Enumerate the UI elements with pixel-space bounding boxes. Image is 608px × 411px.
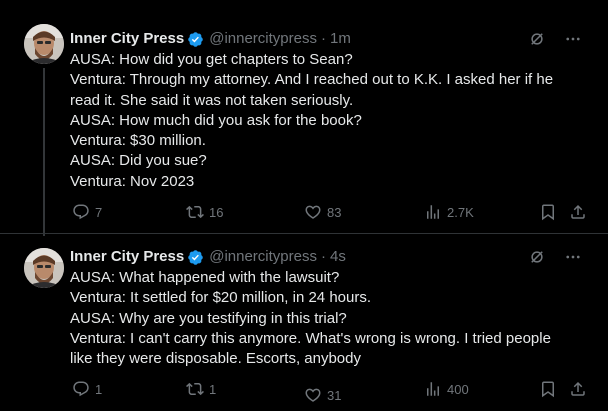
- like-button[interactable]: 83: [304, 202, 341, 222]
- reply-count: 7: [95, 204, 103, 220]
- more-icon[interactable]: [564, 30, 582, 48]
- avatar[interactable]: [24, 248, 64, 288]
- like-icon: [304, 203, 322, 221]
- repost-count: 16: [209, 204, 224, 220]
- repost-icon: [186, 203, 204, 221]
- repost-button[interactable]: 1: [186, 379, 216, 399]
- grok-icon[interactable]: [528, 30, 546, 48]
- tweet-actions: 7 16 83 2.7K: [0, 202, 608, 222]
- reply-button[interactable]: 1: [72, 379, 102, 399]
- tweet-line: Ventura: I can't carry this anymore. Wha…: [70, 329, 551, 347]
- repost-count: 1: [209, 381, 217, 397]
- tweet-line: AUSA: Why are you testifying in this tri…: [70, 309, 347, 327]
- separator-dot: ·: [320, 248, 326, 265]
- tweet-actions: 1 1 31 400: [0, 379, 608, 403]
- tweet-text: AUSA: How did you get chapters to Sean? …: [70, 50, 590, 192]
- tweet-line: AUSA: What happened with the lawsuit?: [70, 269, 340, 286]
- tweet-text: AUSA: What happened with the lawsuit? Ve…: [70, 268, 590, 369]
- view-count: 2.7K: [447, 204, 474, 220]
- tweet-line: Ventura: Through my attorney. And I reac…: [70, 71, 554, 89]
- views-icon: [424, 380, 442, 398]
- share-button[interactable]: [569, 202, 587, 222]
- like-count: 31: [327, 387, 342, 403]
- repost-icon: [186, 380, 204, 398]
- share-icon: [569, 203, 587, 221]
- like-button[interactable]: 31: [304, 385, 341, 405]
- bookmark-icon: [539, 203, 557, 221]
- tweet-header: Inner City Press @innercitypress · 4s: [70, 247, 346, 267]
- views-button[interactable]: 2.7K: [424, 202, 474, 222]
- view-count: 400: [447, 381, 469, 397]
- tweet-line: read it. She said it was not taken serio…: [70, 91, 354, 109]
- tweet-header: Inner City Press @innercitypress · 1m: [70, 29, 351, 49]
- bookmark-icon: [539, 380, 557, 398]
- tweet-top-actions: [528, 248, 582, 266]
- author-handle[interactable]: @innercitypress: [209, 247, 317, 267]
- like-icon: [304, 386, 322, 404]
- timestamp[interactable]: 4s: [330, 247, 346, 267]
- reply-icon: [72, 380, 90, 398]
- separator-dot: ·: [320, 30, 326, 47]
- verified-badge-icon: [187, 31, 204, 48]
- repost-button[interactable]: 16: [186, 202, 223, 222]
- grok-icon[interactable]: [528, 248, 546, 266]
- tweet-line: AUSA: Did you sue?: [70, 152, 207, 170]
- share-icon: [569, 380, 587, 398]
- tweet[interactable]: Inner City Press @innercitypress · 1m AU…: [0, 0, 608, 236]
- avatar-image: [24, 24, 64, 64]
- avatar-image: [24, 248, 64, 288]
- author-name[interactable]: Inner City Press: [70, 29, 184, 49]
- bookmark-button[interactable]: [539, 202, 557, 222]
- views-icon: [424, 203, 442, 221]
- tweet-top-actions: [528, 30, 582, 48]
- views-button[interactable]: 400: [424, 379, 469, 399]
- verified-badge-icon: [187, 249, 204, 266]
- tweet-line: Ventura: Nov 2023: [70, 172, 195, 190]
- tweet-line: AUSA: How did you get chapters to Sean?: [70, 51, 353, 68]
- tweet[interactable]: Inner City Press @innercitypress · 4s AU…: [0, 234, 608, 411]
- author-name[interactable]: Inner City Press: [70, 247, 184, 267]
- share-button[interactable]: [569, 379, 587, 399]
- reply-count: 1: [95, 381, 103, 397]
- tweet-line: AUSA: How much did you ask for the book?: [70, 111, 362, 129]
- author-handle[interactable]: @innercitypress: [209, 29, 317, 49]
- tweet-line: Ventura: $30 million.: [70, 132, 206, 150]
- avatar[interactable]: [24, 24, 64, 64]
- tweet-line: Ventura: It settled for $20 million, in …: [70, 289, 372, 307]
- bookmark-button[interactable]: [539, 379, 557, 399]
- reply-button[interactable]: 7: [72, 202, 102, 222]
- timestamp[interactable]: 1m: [330, 29, 351, 49]
- reply-icon: [72, 203, 90, 221]
- more-icon[interactable]: [564, 248, 582, 266]
- tweet-line: like they were disposable. Escorts, anyb…: [70, 350, 361, 368]
- like-count: 83: [327, 204, 342, 220]
